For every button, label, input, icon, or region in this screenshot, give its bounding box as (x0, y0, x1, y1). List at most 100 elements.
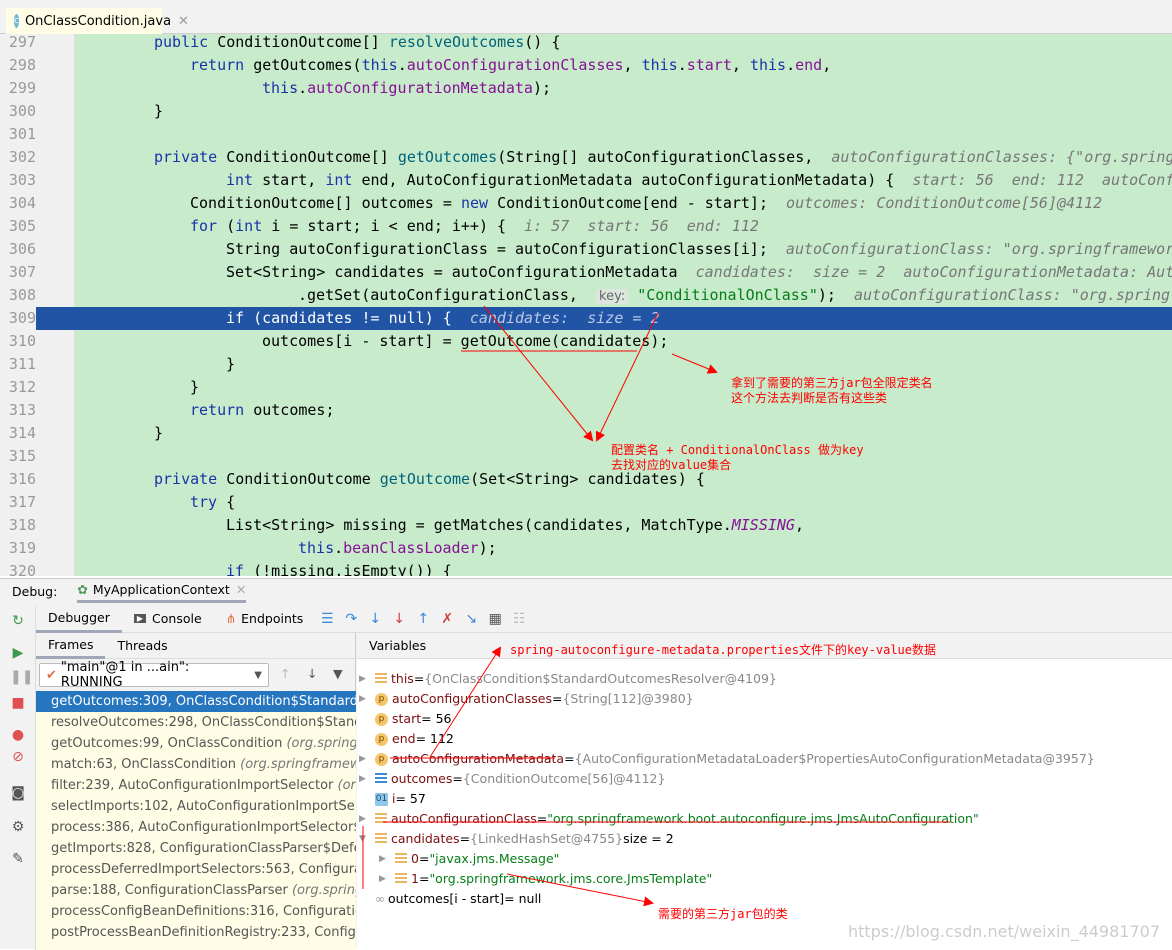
variable-equals: = (418, 851, 430, 866)
code-line[interactable]: 310 outcomes[i - start] = getOutcome(cand… (0, 330, 1172, 353)
variable-row[interactable]: ▶ autoConfigurationClass = "org.springfra… (359, 809, 979, 829)
settings-icon[interactable]: ⚙ (10, 819, 26, 835)
variable-row[interactable]: ▼ candidates = {LinkedHashSet@4755} size … (359, 829, 674, 849)
menu-icon[interactable]: ☰ (319, 611, 335, 627)
frame-item[interactable]: processConfigBeanDefinitions:316, Config… (36, 901, 356, 922)
variable-row[interactable]: ∞ outcomes[i - start] = null (359, 889, 541, 909)
frame-item[interactable]: getImports:828, ConfigurationClassParser… (36, 838, 356, 859)
frame-item[interactable]: getOutcomes:99, OnClassCondition (org.sp… (36, 733, 356, 754)
code-token: start (686, 56, 732, 74)
expand-icon[interactable]: ▶ (379, 849, 395, 869)
expand-icon[interactable]: ▶ (359, 809, 375, 829)
variable-row[interactable]: ▶ outcomes = {ConditionOutcome[56]@4112} (359, 769, 665, 789)
code-line[interactable]: 299 this.autoConfigurationMetadata); (0, 77, 1172, 100)
close-icon[interactable]: ✕ (178, 14, 189, 29)
code-line[interactable]: 308 .getSet(autoConfigurationClass, key: … (0, 284, 1172, 307)
force-step-into-icon[interactable]: ↓ (391, 611, 407, 627)
frame-item[interactable]: parse:188, ConfigurationClassParser (org… (36, 880, 356, 901)
variable-row[interactable]: ▶ p autoConfigurationMetadata = {AutoConfi… (359, 749, 1095, 769)
variable-row[interactable]: ▶ 0 = "javax.jms.Message" (379, 849, 559, 869)
code-token: List<String> missing = getMatches(candid… (226, 516, 732, 534)
code-line[interactable]: 301 (0, 123, 1172, 146)
expand-icon[interactable]: ▶ (359, 669, 375, 689)
evaluate-icon[interactable]: ▦ (487, 611, 503, 627)
variable-row[interactable]: ▶ p autoConfigurationClasses = {String[112… (359, 689, 694, 709)
expand-icon[interactable]: ▼ (359, 829, 375, 849)
code-token: null (388, 309, 425, 327)
camera-icon[interactable]: ◙ (10, 785, 26, 801)
code-token: ) { (424, 309, 470, 327)
code-line[interactable]: 306 String autoConfigurationClass = autoC… (0, 238, 1172, 261)
code-line[interactable]: 315 (0, 445, 1172, 468)
variable-row[interactable]: ▶ this = {OnClassCondition$StandardOutcom… (359, 669, 777, 689)
trace-icon[interactable]: ☷ (511, 611, 527, 627)
tab-endpoints[interactable]: ⋔ Endpoints (214, 605, 316, 633)
close-icon[interactable]: ✕ (236, 582, 246, 597)
code-line[interactable]: 303 int start, int end, AutoConfiguration… (0, 169, 1172, 192)
code-line[interactable]: 305 for (int i = start; i < end; i++) { i… (0, 215, 1172, 238)
mute-breakpoints-icon[interactable]: ⊘ (10, 749, 26, 765)
drop-frame-icon[interactable]: ✗ (439, 611, 455, 627)
code-line[interactable]: 316 private ConditionOutcome getOutcome(S… (0, 468, 1172, 491)
code-line[interactable]: 318 List<String> missing = getMatches(can… (0, 514, 1172, 537)
variable-equals: = (564, 751, 575, 766)
line-number: 306 (0, 238, 36, 261)
variable-value: "org.springframework.jms.core.JmsTemplat… (429, 871, 713, 886)
code-token: ); (532, 79, 551, 97)
code-line[interactable]: 313 return outcomes; (0, 399, 1172, 422)
arrow-up-icon[interactable]: ↑ (280, 666, 290, 681)
code-line[interactable]: 309 if (candidates != null) { candidates:… (0, 307, 1172, 330)
frame-item[interactable]: filter:239, AutoConfigurationImportSelec… (36, 775, 356, 796)
variable-row[interactable]: p end = 112 (359, 729, 454, 749)
expand-icon[interactable]: ▶ (359, 749, 375, 769)
run-to-cursor-icon[interactable]: ↘ (463, 611, 479, 627)
code-editor[interactable]: 297 public ConditionOutcome[] resolveOutc… (0, 34, 1172, 576)
variable-row[interactable]: ▶ 1 = "org.springframework.jms.core.JmsTe… (379, 869, 712, 889)
tab-console[interactable]: ▶ Console (122, 605, 214, 633)
code-line[interactable]: 317 try { (0, 491, 1172, 514)
frame-item[interactable]: process:386, AutoConfigurationImportSele… (36, 817, 356, 838)
thread-selector[interactable]: ✔ "main"@1 in ...ain": RUNNING ▼ (39, 660, 269, 690)
code-line[interactable]: 314} (0, 422, 1172, 445)
frame-item[interactable]: match:63, OnClassCondition (org.springfr… (36, 754, 356, 775)
code-line[interactable]: 297 public ConditionOutcome[] resolveOutc… (0, 34, 1172, 54)
tab-threads[interactable]: Threads (105, 633, 179, 659)
tab-onclasscondition[interactable]: c OnClassCondition.java ✕ (6, 8, 189, 34)
code-line[interactable]: 311} (0, 353, 1172, 376)
code-line[interactable]: 312} (0, 376, 1172, 399)
run-config-tab[interactable]: ✿ MyApplicationContext ✕ (77, 579, 247, 603)
code-line[interactable]: 298 return getOutcomes(this.autoConfigura… (0, 54, 1172, 77)
frame-item[interactable]: getOutcomes:309, OnClassCondition$Standa… (36, 691, 356, 712)
code-line[interactable]: 307 Set<String> candidates = autoConfigur… (0, 261, 1172, 284)
view-breakpoints-icon[interactable]: ● (10, 727, 26, 743)
frame-item[interactable]: processDeferredImportSelectors:563, Conf… (36, 859, 356, 880)
expand-icon[interactable]: ▶ (359, 689, 375, 709)
code-line[interactable]: 319 this.beanClassLoader); (0, 537, 1172, 560)
code-text: for (int i = start; i < end; i++) { i: 5… (190, 215, 759, 238)
variable-row[interactable]: p start = 56 (359, 709, 451, 729)
resume-icon[interactable]: ▶ (10, 645, 26, 661)
code-token: for (190, 217, 227, 235)
tab-debugger[interactable]: Debugger (36, 605, 122, 633)
code-line[interactable]: 320 if (!missing.isEmpty()) { (0, 560, 1172, 576)
step-out-icon[interactable]: ↑ (415, 611, 431, 627)
step-over-icon[interactable]: ↷ (343, 611, 359, 627)
pause-icon[interactable]: ❚❚ (10, 669, 33, 685)
filter-icon[interactable]: ▼ (333, 666, 343, 681)
rerun-icon[interactable]: ↻ (10, 613, 26, 629)
pin-icon[interactable]: ✎ (10, 851, 26, 867)
tab-frames[interactable]: Frames (36, 633, 106, 659)
code-line[interactable]: 302 private ConditionOutcome[] getOutcome… (0, 146, 1172, 169)
arrow-down-icon[interactable]: ↓ (307, 666, 317, 681)
expand-icon[interactable]: ▶ (359, 769, 375, 789)
frame-item[interactable]: postProcessBeanDefinitionRegistry:233, C… (36, 922, 356, 943)
stop-icon[interactable]: ■ (10, 695, 26, 711)
code-line[interactable]: 304 ConditionOutcome[] outcomes = new Con… (0, 192, 1172, 215)
code-token: private (154, 470, 227, 488)
variable-row[interactable]: 01 i = 57 (359, 789, 426, 809)
expand-icon[interactable]: ▶ (379, 869, 395, 889)
frame-item[interactable]: selectImports:102, AutoConfigurationImpo… (36, 796, 356, 817)
code-line[interactable]: 300} (0, 100, 1172, 123)
step-into-icon[interactable]: ↓ (367, 611, 383, 627)
frame-item[interactable]: resolveOutcomes:298, OnClassCondition$St… (36, 712, 356, 733)
